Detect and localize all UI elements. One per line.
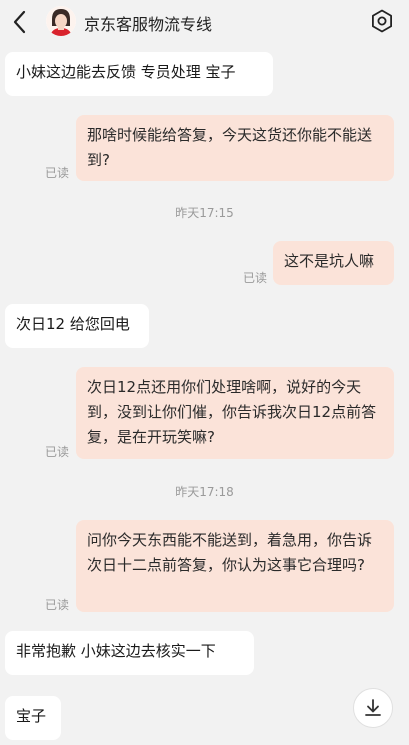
outgoing-message[interactable]: 问你今天东西能不能送到，着急用，你告诉次日十二点前答复，你认为这事它合理吗?: [76, 520, 394, 612]
back-button[interactable]: [8, 8, 32, 36]
chat-title: 京东客服物流专线: [84, 15, 213, 34]
incoming-message[interactable]: 非常抱歉 小妹这边去核实一下: [5, 631, 254, 675]
timestamp: 昨天17:18: [175, 485, 234, 499]
settings-button[interactable]: [369, 8, 395, 34]
incoming-message[interactable]: 宝子: [5, 696, 61, 740]
read-receipt: 已读: [45, 445, 70, 459]
outgoing-message[interactable]: 那啥时候能给答复，今天这货还你能不能送到?: [76, 115, 394, 181]
timestamp: 昨天17:15: [175, 206, 234, 220]
avatar[interactable]: [46, 6, 76, 36]
read-receipt: 已读: [243, 271, 268, 285]
chat-header: 京东客服物流专线: [0, 0, 409, 44]
outgoing-message[interactable]: 这不是坑人嘛: [273, 241, 394, 285]
chevron-left-icon: [13, 10, 26, 34]
incoming-message[interactable]: 次日12 给您回电: [5, 304, 149, 348]
incoming-message[interactable]: 小妹这边能去反馈 专员处理 宝子: [5, 52, 273, 96]
read-receipt: 已读: [45, 166, 70, 180]
outgoing-message[interactable]: 次日12点还用你们处理啥啊，说好的今天到，没到让你们催，你告诉我次日12点前答复…: [76, 367, 394, 459]
read-receipt: 已读: [45, 598, 70, 612]
arrow-down-icon: [365, 699, 381, 716]
gear-icon: [372, 9, 392, 33]
scroll-to-bottom-button[interactable]: [353, 688, 393, 728]
